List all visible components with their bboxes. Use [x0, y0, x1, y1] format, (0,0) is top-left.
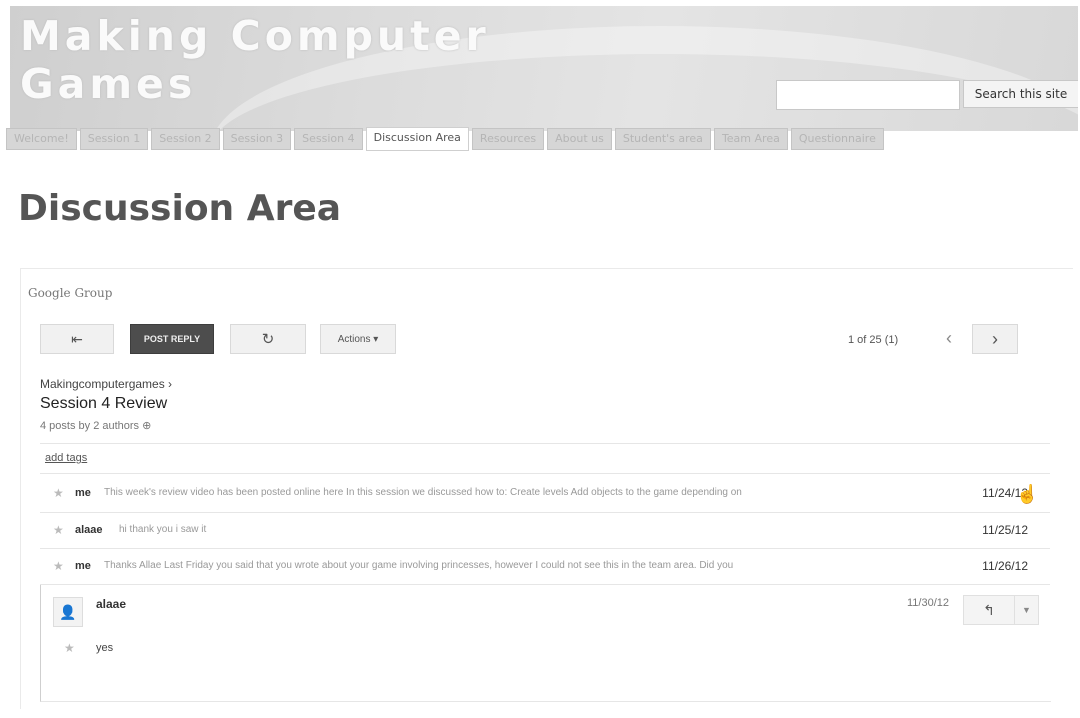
site-title-line2: Games: [20, 60, 197, 108]
message-row[interactable]: ★ me Thanks Allae Last Friday you said t…: [40, 549, 1050, 585]
refresh-icon: ↻: [261, 331, 275, 348]
tab-about-us[interactable]: About us: [547, 128, 612, 150]
add-tags-link[interactable]: add tags: [45, 452, 87, 464]
tab-session-4[interactable]: Session 4: [294, 128, 363, 150]
message-author: me: [75, 487, 91, 499]
tab-team-area[interactable]: Team Area: [713, 128, 788, 150]
tab-questionnaire[interactable]: Questionnaire: [790, 128, 884, 150]
search-site-button[interactable]: Search this site: [963, 80, 1078, 108]
post-reply-button[interactable]: POST REPLY: [130, 324, 214, 354]
refresh-button[interactable]: ↻: [230, 324, 306, 354]
chevron-down-icon: ▼: [1022, 605, 1031, 615]
tab-welcome[interactable]: Welcome!: [6, 128, 77, 150]
divider: [40, 443, 1050, 444]
message-date: 11/30/12: [907, 597, 950, 609]
more-options-button[interactable]: ▼: [1015, 595, 1039, 625]
posts-info[interactable]: 4 posts by 2 authors ⊕: [40, 419, 151, 432]
tab-discussion-area[interactable]: Discussion Area: [365, 127, 469, 151]
message-row[interactable]: ★ alaae hi thank you i saw it 11/25/12: [40, 513, 1050, 549]
actions-dropdown[interactable]: Actions ▾: [320, 324, 396, 354]
expanded-message: 👤 alaae 11/30/12 ↰ ▼ ★ yes: [40, 585, 1051, 702]
tab-session-1[interactable]: Session 1: [79, 128, 149, 150]
hand-cursor-icon: ☝: [1016, 484, 1039, 504]
pagination-status: 1 of 25 (1): [848, 334, 899, 346]
site-header-banner: Making Computer Games Search this site: [10, 6, 1078, 131]
chevron-right-icon: ›: [992, 328, 998, 349]
page-title: Discussion Area: [18, 188, 342, 229]
thread-title: Session 4 Review: [40, 395, 168, 412]
divider: [40, 473, 1050, 474]
tab-resources[interactable]: Resources: [471, 128, 545, 150]
star-icon[interactable]: ★: [64, 641, 75, 655]
chevron-left-icon[interactable]: ‹: [946, 328, 952, 349]
breadcrumb[interactable]: Makingcomputergames ›: [40, 377, 172, 391]
star-icon[interactable]: ★: [53, 559, 64, 573]
reply-arrow-icon: ↰: [983, 601, 995, 618]
back-arrow-icon: ⇤: [71, 330, 83, 347]
message-author: alaae: [75, 524, 103, 536]
google-group-label: Google Group: [28, 286, 113, 300]
site-title[interactable]: Making Computer Games: [20, 12, 490, 108]
tab-students-area[interactable]: Student's area: [614, 128, 711, 150]
site-nav-tabs: Welcome! Session 1 Session 2 Session 3 S…: [6, 127, 884, 151]
tab-session-3[interactable]: Session 3: [222, 128, 292, 150]
message-author: me: [75, 560, 91, 572]
message-date: 11/25/12: [982, 523, 1028, 537]
tab-session-2[interactable]: Session 2: [151, 128, 220, 150]
message-author[interactable]: alaae: [96, 597, 126, 611]
message-snippet: hi thank you i saw it: [119, 524, 207, 535]
message-date: 11/26/12: [982, 559, 1028, 573]
reply-button[interactable]: ↰: [963, 595, 1015, 625]
message-snippet: Thanks Allae Last Friday you said that y…: [104, 560, 734, 571]
site-title-line1: Making Computer: [20, 12, 490, 60]
message-body: yes: [96, 642, 114, 654]
next-page-button[interactable]: ›: [972, 324, 1018, 354]
avatar[interactable]: 👤: [53, 597, 83, 627]
message-snippet: This week's review video has been posted…: [104, 487, 742, 498]
person-icon: 👤: [59, 603, 77, 620]
site-search-input[interactable]: [776, 80, 960, 110]
message-row[interactable]: ★ me This week's review video has been p…: [40, 476, 1050, 512]
star-icon[interactable]: ★: [53, 486, 64, 500]
star-icon[interactable]: ★: [53, 523, 64, 537]
back-button[interactable]: ⇤: [40, 324, 114, 354]
